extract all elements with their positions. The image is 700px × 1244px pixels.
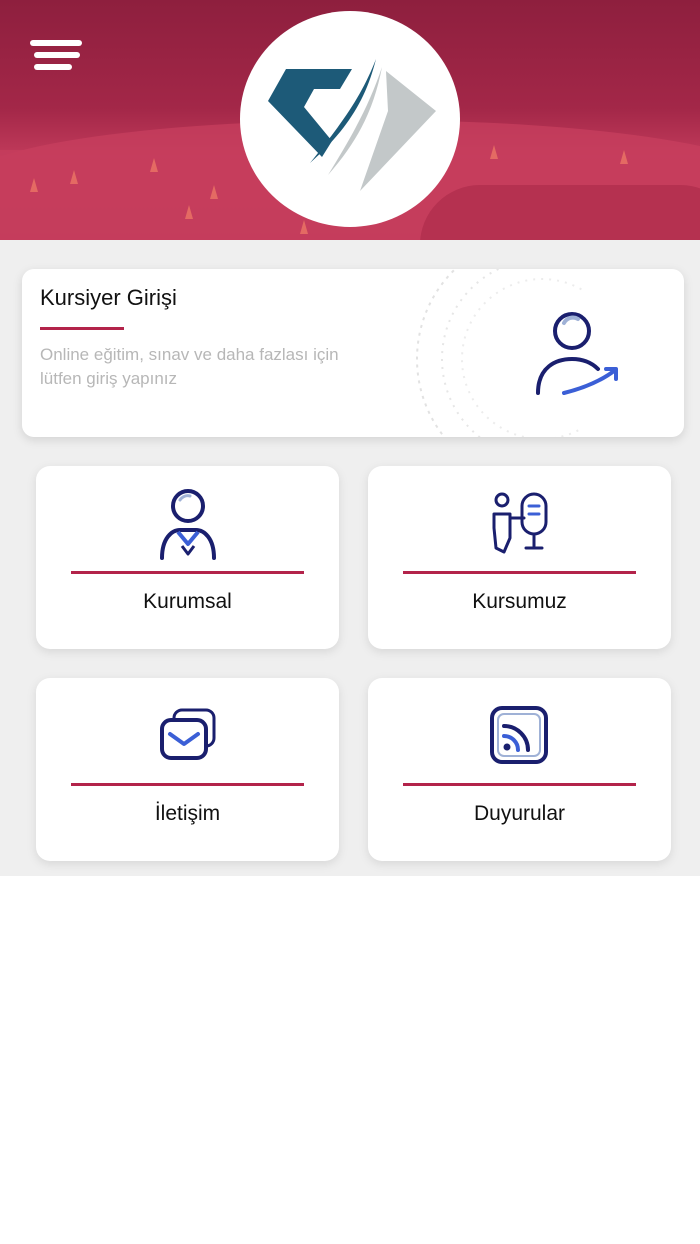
traffic-cone-icon bbox=[30, 178, 38, 192]
main-content: Kursiyer Girişi Online eğitim, sınav ve … bbox=[0, 240, 700, 876]
tile-label: İletişim bbox=[154, 802, 221, 825]
login-card-underline bbox=[40, 327, 124, 330]
student-login-card[interactable]: Kursiyer Girişi Online eğitim, sınav ve … bbox=[22, 269, 684, 437]
traffic-cone-icon bbox=[150, 158, 158, 172]
header-banner bbox=[0, 0, 700, 240]
tile-divider bbox=[403, 571, 636, 574]
instructor-board-icon bbox=[492, 492, 547, 554]
banner-background-car bbox=[420, 185, 700, 240]
tile-label: Kursumuz bbox=[472, 590, 567, 613]
tile-divider bbox=[403, 783, 636, 786]
tile-kursumuz[interactable]: Kursumuz bbox=[368, 466, 671, 649]
app-logo bbox=[240, 11, 460, 227]
login-card-description: Online eğitim, sınav ve daha fazlası içi… bbox=[40, 345, 339, 388]
login-card-title: Kursiyer Girişi bbox=[40, 285, 177, 310]
envelope-icon bbox=[159, 708, 215, 760]
traffic-cone-icon bbox=[300, 220, 308, 234]
tile-duyurular[interactable]: Duyurular bbox=[368, 678, 671, 861]
corporate-person-icon bbox=[159, 489, 216, 560]
tile-kurumsal[interactable]: Kurumsal bbox=[36, 466, 339, 649]
traffic-cone-icon bbox=[620, 150, 628, 164]
user-login-icon bbox=[536, 312, 618, 395]
tile-divider bbox=[71, 571, 304, 574]
diamond-logo-icon bbox=[268, 59, 436, 191]
traffic-cone-icon bbox=[70, 170, 78, 184]
tile-iletisim[interactable]: İletişim bbox=[36, 678, 339, 861]
tile-label: Kurumsal bbox=[143, 590, 232, 613]
traffic-cone-icon bbox=[185, 205, 193, 219]
tile-label: Duyurular bbox=[473, 802, 566, 825]
rss-feed-icon bbox=[489, 706, 548, 764]
traffic-cone-icon bbox=[490, 145, 498, 159]
traffic-cone-icon bbox=[210, 185, 218, 199]
hamburger-menu-icon[interactable] bbox=[30, 40, 82, 76]
tile-divider bbox=[71, 783, 304, 786]
